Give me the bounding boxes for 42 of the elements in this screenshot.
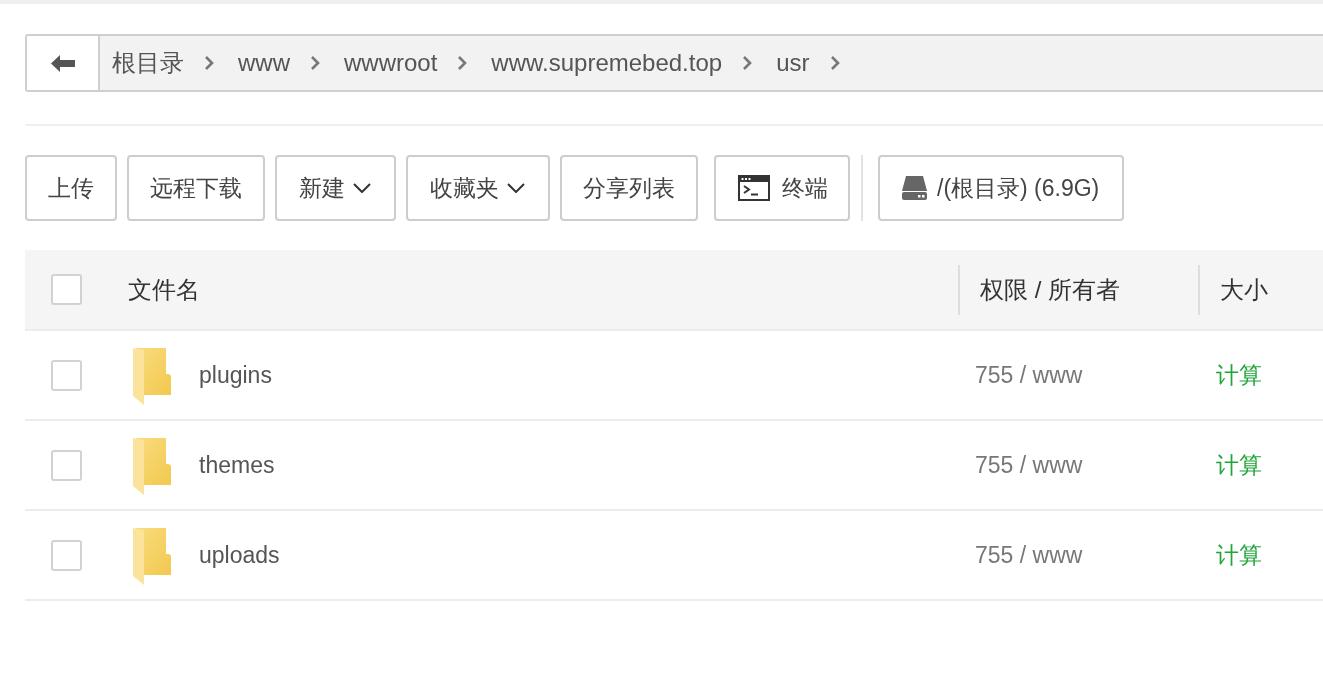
file-row[interactable]: uploads 755 / www 计算 bbox=[25, 511, 1323, 601]
toolbar-button[interactable]: 分享列表 bbox=[560, 155, 698, 221]
row-checkbox[interactable] bbox=[51, 539, 82, 571]
row-checkbox[interactable] bbox=[51, 449, 82, 481]
back-arrow-icon bbox=[50, 54, 75, 72]
file-row[interactable]: themes 755 / www 计算 bbox=[25, 421, 1323, 511]
chevron-right-icon bbox=[829, 55, 840, 71]
breadcrumb-item[interactable]: wwwroot bbox=[344, 49, 438, 77]
breadcrumb-item[interactable]: www bbox=[238, 49, 290, 77]
back-button[interactable] bbox=[27, 36, 100, 90]
chevron-right-icon bbox=[310, 55, 320, 71]
dropdown-button[interactable]: 新建 bbox=[275, 155, 396, 221]
terminal-button[interactable]: 终端 bbox=[714, 155, 850, 221]
file-name[interactable]: themes bbox=[199, 451, 275, 479]
dropdown-button[interactable]: 收藏夹 bbox=[406, 155, 550, 221]
file-name[interactable]: plugins bbox=[199, 361, 272, 389]
toolbar-button[interactable]: 上传 bbox=[25, 155, 117, 221]
folder-icon bbox=[133, 347, 173, 405]
column-header: 文件名 bbox=[128, 274, 200, 305]
permission-text: 755 / www bbox=[975, 451, 1083, 478]
hard-drive-icon bbox=[902, 176, 927, 200]
permission-text: 755 / www bbox=[975, 361, 1083, 388]
caret-down-icon bbox=[353, 183, 371, 193]
terminal-icon bbox=[738, 175, 770, 201]
column-header: 权限 / 所有者 bbox=[980, 274, 1120, 305]
breadcrumb-item[interactable]: www.supremebed.top bbox=[491, 49, 723, 77]
toolbar-button[interactable]: 远程下载 bbox=[127, 155, 265, 221]
row-checkbox[interactable] bbox=[51, 359, 82, 391]
breadcrumb-item[interactable]: usr bbox=[776, 49, 810, 77]
chevron-right-icon bbox=[457, 55, 468, 71]
select-all-checkbox[interactable] bbox=[51, 274, 82, 305]
caret-down-icon bbox=[507, 183, 525, 193]
breadcrumb-item[interactable]: 根目录 bbox=[112, 47, 184, 79]
chevron-right-icon bbox=[204, 55, 214, 71]
column-header: 大小 bbox=[1220, 274, 1268, 305]
disk-button[interactable]: /(根目录) (6.9G) bbox=[878, 155, 1125, 221]
file-name[interactable]: uploads bbox=[199, 541, 280, 569]
chevron-right-icon bbox=[742, 55, 753, 71]
folder-icon bbox=[133, 527, 173, 585]
folder-icon bbox=[133, 437, 173, 495]
permission-text: 755 / www bbox=[975, 541, 1083, 568]
file-row[interactable]: plugins 755 / www 计算 bbox=[25, 331, 1323, 421]
